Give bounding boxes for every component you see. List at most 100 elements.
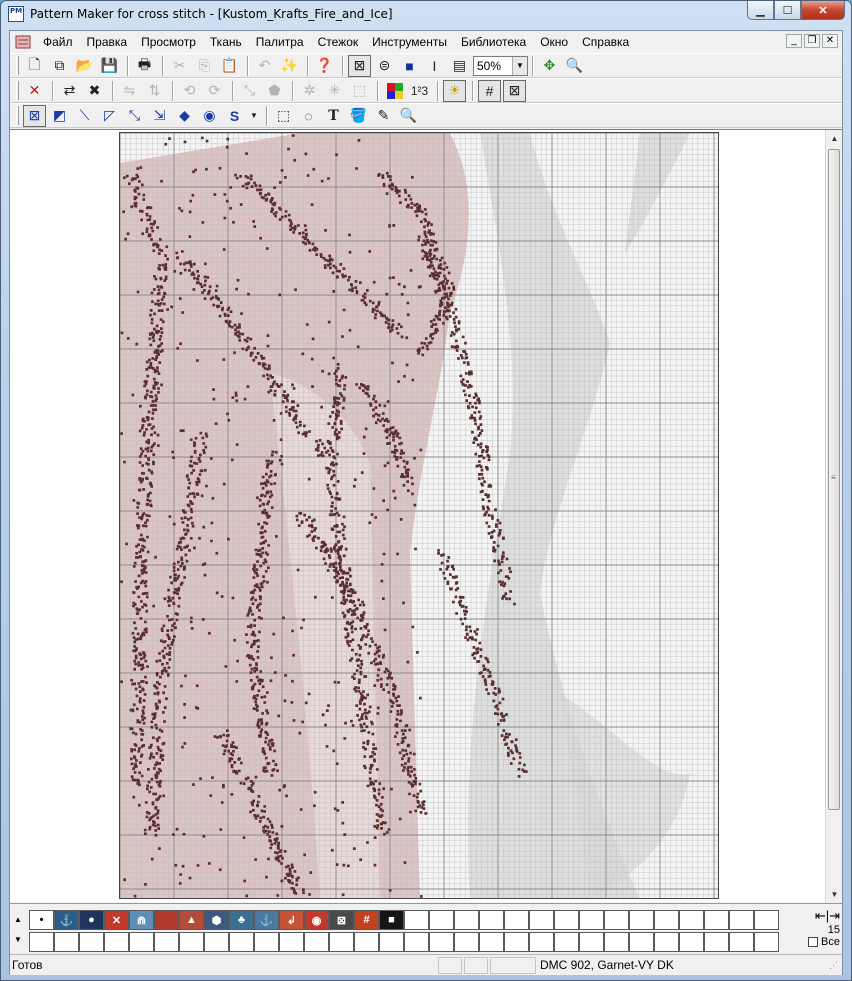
palette-swatch[interactable] — [404, 910, 429, 930]
palette-empty-swatch[interactable] — [504, 932, 529, 952]
cut-button[interactable]: ✂ — [168, 55, 191, 77]
pattern-canvas[interactable] — [119, 132, 719, 899]
palette-empty-swatch[interactable] — [529, 932, 554, 952]
menu-fabric[interactable]: Ткань — [203, 32, 249, 52]
remove-color-button[interactable]: ✖ — [83, 80, 106, 102]
rect-select-button[interactable]: ⬚ — [272, 105, 295, 127]
crop-button[interactable]: ⬚ — [348, 80, 371, 102]
palette-colors-button[interactable] — [383, 80, 406, 102]
palette-swatch[interactable]: # — [354, 910, 379, 930]
palette-scroll-down-icon[interactable]: ▼ — [11, 930, 25, 950]
fill-button[interactable]: ⬟ — [263, 80, 286, 102]
half-cross-button[interactable]: ⟍ — [73, 105, 96, 127]
vertical-scrollbar[interactable]: ▲ ≡ ▼ — [825, 130, 842, 903]
palette-swatch[interactable] — [479, 910, 504, 930]
replace-color-button[interactable]: ⇄ — [58, 80, 81, 102]
toolbar-grip[interactable] — [16, 106, 19, 125]
zoom-tool-button[interactable]: 🔍 — [563, 55, 586, 77]
center-lines-button[interactable]: ⊠ — [503, 79, 526, 102]
open-button[interactable]: 📂 — [73, 55, 96, 77]
magic-wand-button[interactable]: ✨ — [278, 55, 301, 77]
palette-empty-swatch[interactable] — [104, 932, 129, 952]
palette-empty-swatch[interactable] — [229, 932, 254, 952]
menu-palette[interactable]: Палитра — [249, 32, 311, 52]
palette-empty-swatch[interactable] — [404, 932, 429, 952]
palette-swatch[interactable]: ◉ — [304, 910, 329, 930]
menu-tools[interactable]: Инструменты — [365, 32, 454, 52]
palette-empty-swatch[interactable] — [304, 932, 329, 952]
palette-swatch[interactable]: ♣ — [229, 910, 254, 930]
palette-empty-swatch[interactable] — [704, 932, 729, 952]
fabric-grid-button[interactable]: ☀ — [443, 79, 466, 102]
scroll-up-icon[interactable]: ▲ — [826, 130, 843, 147]
view-symbols-button[interactable]: ⊠ — [348, 54, 371, 77]
palette-empty-swatch[interactable] — [279, 932, 304, 952]
mirror-button[interactable]: ✲ — [298, 80, 321, 102]
resize-button[interactable]: ⤡ — [238, 80, 261, 102]
zoom-select[interactable]: 50% ▼ — [473, 55, 528, 76]
delete-button[interactable]: ✕ — [23, 80, 46, 102]
mdi-minimize-button[interactable]: _ — [786, 34, 802, 48]
backstitch-button[interactable]: ⤡ — [123, 105, 146, 127]
palette-swatch[interactable]: • — [29, 910, 54, 930]
palette-empty-swatch[interactable] — [479, 932, 504, 952]
palette-empty-swatch[interactable] — [579, 932, 604, 952]
text-tool-button[interactable]: I — [423, 55, 446, 77]
menu-file[interactable]: Файл — [36, 32, 80, 52]
palette-empty-swatch[interactable] — [379, 932, 404, 952]
paint-bucket-button[interactable]: 🪣 — [347, 105, 370, 127]
copy-button[interactable]: ⎘ — [193, 55, 216, 77]
lasso-select-button[interactable]: ◌ — [297, 105, 320, 127]
view-blocks-button[interactable]: ⊜ — [373, 55, 396, 77]
palette-empty-swatch[interactable] — [254, 932, 279, 952]
palette-empty-swatch[interactable] — [329, 932, 354, 952]
palette-swatch[interactable]: ⚓ — [54, 910, 79, 930]
palette-scroll-up-icon[interactable]: ▲ — [11, 910, 25, 930]
menu-help[interactable]: Справка — [575, 32, 636, 52]
french-knot-button[interactable]: ◆ — [173, 105, 196, 127]
toolbar-grip[interactable] — [16, 81, 19, 100]
palette-empty-swatch[interactable] — [54, 932, 79, 952]
maximize-button[interactable]: ☐ — [774, 1, 801, 20]
mdi-close-button[interactable]: ✕ — [822, 34, 838, 48]
palette-swatch[interactable]: ▲ — [179, 910, 204, 930]
numbering-button[interactable]: 1²3 — [408, 80, 431, 102]
three-quarter-cross-button[interactable]: ◩ — [48, 105, 71, 127]
palette-empty-swatch[interactable] — [204, 932, 229, 952]
palette-swatch[interactable]: ⋒ — [129, 910, 154, 930]
mdi-restore-button[interactable]: ❐ — [804, 34, 820, 48]
palette-swatch[interactable]: ● — [79, 910, 104, 930]
palette-empty-swatch[interactable] — [754, 932, 779, 952]
fit-to-window-button[interactable]: ✥ — [538, 55, 561, 77]
palette-empty-swatch[interactable] — [154, 932, 179, 952]
text-button[interactable]: T — [322, 105, 345, 127]
palette-empty-swatch[interactable] — [629, 932, 654, 952]
rotate-right-button[interactable]: ⟳ — [203, 80, 226, 102]
close-button[interactable]: ✕ — [801, 1, 845, 20]
palette-swatch[interactable]: ⊠ — [329, 910, 354, 930]
print-button[interactable]: 🖶 — [133, 55, 156, 77]
palette-empty-swatch[interactable] — [454, 932, 479, 952]
stitch-dropdown-button[interactable]: ▼ — [248, 105, 260, 127]
flip-vertical-button[interactable]: ⇅ — [143, 80, 166, 102]
flip-horizontal-button[interactable]: ⇋ — [118, 80, 141, 102]
menu-view[interactable]: Просмотр — [134, 32, 203, 52]
palette-swatch[interactable] — [729, 910, 754, 930]
chevron-down-icon[interactable]: ▼ — [512, 56, 527, 75]
grid-toggle-button[interactable]: # — [478, 79, 501, 102]
quarter-cross-button[interactable]: ◸ — [98, 105, 121, 127]
paste-button[interactable]: 📋 — [218, 55, 241, 77]
all-checkbox[interactable]: Все — [796, 936, 840, 948]
palette-swatch[interactable]: ⚓ — [254, 910, 279, 930]
view-color-button[interactable]: ■ — [398, 55, 421, 77]
palette-empty-swatch[interactable] — [179, 932, 204, 952]
scroll-down-icon[interactable]: ▼ — [826, 886, 843, 903]
palette-empty-swatch[interactable] — [554, 932, 579, 952]
palette-empty-swatch[interactable] — [429, 932, 454, 952]
new-file-button[interactable]: 🗋 — [23, 55, 46, 77]
save-button[interactable]: 💾 — [98, 55, 121, 77]
menu-window[interactable]: Окно — [533, 32, 575, 52]
special-stitch-button[interactable]: S — [223, 105, 246, 127]
magnifier-button[interactable]: 🔍 — [397, 105, 420, 127]
resize-grip-icon[interactable]: ⋰ — [829, 960, 838, 971]
